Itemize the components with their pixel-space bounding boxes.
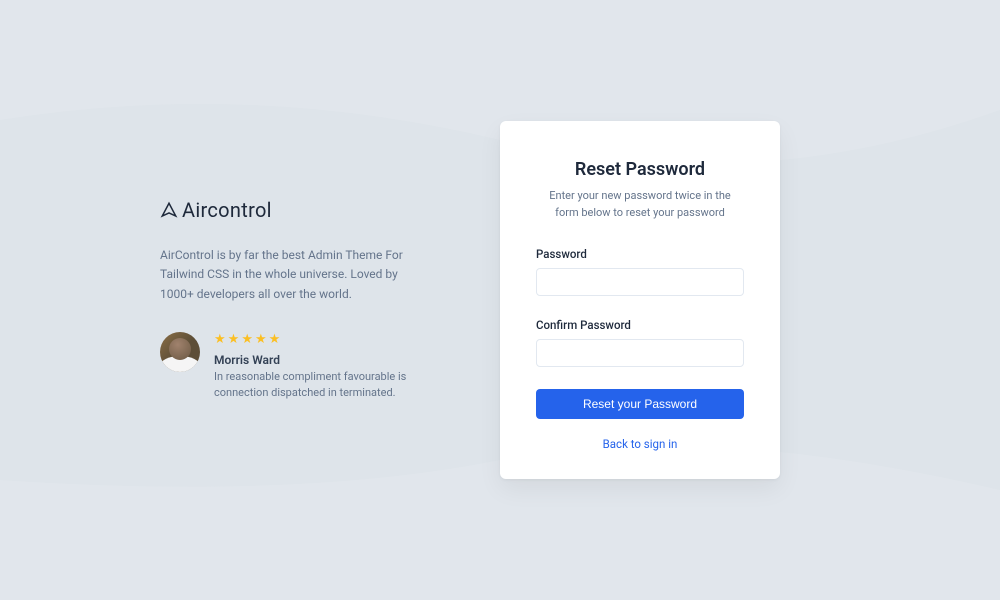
back-to-signin-link[interactable]: Back to sign in [536, 437, 744, 451]
avatar [160, 332, 200, 372]
brand-logo-icon [160, 201, 178, 219]
star-icon: ★ [241, 332, 253, 347]
brand-logo: Aircontrol [160, 198, 420, 222]
star-icon: ★ [269, 332, 281, 347]
marketing-tagline: AirControl is by far the best Admin Them… [160, 246, 420, 304]
brand-name: Aircontrol [182, 198, 272, 222]
reset-password-button[interactable]: Reset your Password [536, 389, 744, 419]
testimonial-text: In reasonable compliment favourable is c… [214, 369, 420, 402]
rating-stars: ★ ★ ★ ★ ★ [214, 332, 420, 347]
password-input[interactable] [536, 268, 744, 296]
star-icon: ★ [214, 332, 226, 347]
marketing-panel: Aircontrol AirControl is by far the best… [160, 198, 420, 402]
confirm-password-input[interactable] [536, 339, 744, 367]
testimonial-author-name: Morris Ward [214, 353, 420, 367]
card-title: Reset Password [536, 159, 744, 180]
card-subtitle: Enter your new password twice in the for… [536, 188, 744, 221]
star-icon: ★ [228, 332, 240, 347]
reset-password-card: Reset Password Enter your new password t… [500, 121, 780, 479]
password-label: Password [536, 247, 744, 261]
testimonial: ★ ★ ★ ★ ★ Morris Ward In reasonable comp… [160, 332, 420, 402]
confirm-password-label: Confirm Password [536, 318, 744, 332]
star-icon: ★ [255, 332, 267, 347]
